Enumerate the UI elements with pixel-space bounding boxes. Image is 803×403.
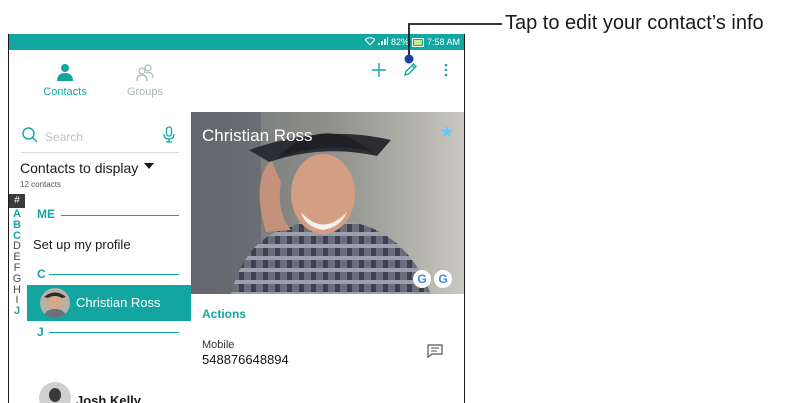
contact-detail-pane: Christian Ross ★ G G Actions Mobile 5488… — [191, 112, 464, 403]
contacts-count: 12 contacts — [20, 180, 61, 189]
phone-label: Mobile — [202, 339, 235, 351]
avatar[interactable] — [39, 382, 71, 403]
index-hash[interactable]: # — [9, 194, 25, 208]
google-account-icon: G — [413, 270, 431, 288]
contacts-to-display-dropdown[interactable]: Contacts to display — [20, 160, 138, 176]
person-icon — [25, 62, 105, 82]
tab-groups[interactable]: Groups — [105, 62, 185, 98]
section-header-c: C — [37, 267, 46, 281]
index-letter[interactable]: J — [9, 306, 25, 317]
group-icon — [105, 62, 185, 82]
contacts-list-pane: Search Contacts to display 12 contacts #… — [9, 112, 191, 403]
caret-down-icon[interactable] — [144, 163, 154, 169]
search-input[interactable]: Search — [45, 130, 83, 144]
actions-heading: Actions — [202, 307, 247, 321]
contact-row-selected[interactable]: Christian Ross — [27, 285, 191, 321]
contact-photo: Christian Ross ★ G G — [191, 112, 464, 294]
index-letter[interactable]: G — [9, 273, 25, 285]
overflow-menu-icon[interactable] — [443, 62, 449, 81]
star-icon[interactable]: ★ — [440, 122, 454, 142]
pencil-icon[interactable] — [402, 62, 418, 81]
index-letter[interactable]: B — [9, 219, 25, 231]
signal-icon — [377, 37, 388, 47]
section-divider — [49, 332, 179, 333]
plus-icon[interactable] — [371, 62, 387, 81]
contact-detail-name: Christian Ross — [202, 126, 313, 145]
tablet-screen: 82% 7:58 AM Contacts Groups Search Conta… — [8, 34, 465, 403]
section-divider — [61, 215, 179, 216]
tab-contacts-label: Contacts — [43, 86, 87, 98]
status-bar: 82% 7:58 AM — [9, 34, 464, 50]
alphabet-index[interactable]: # A B C D E F G H I J — [9, 194, 25, 317]
message-icon[interactable] — [427, 344, 443, 363]
app-bar: Contacts Groups — [9, 50, 464, 112]
tab-groups-label: Groups — [126, 86, 164, 98]
search-bar[interactable]: Search — [21, 124, 179, 153]
tab-contacts[interactable]: Contacts — [25, 62, 105, 98]
section-divider — [49, 274, 179, 275]
contact-name[interactable]: Josh Kelly — [76, 393, 141, 403]
google-account-icon: G — [434, 270, 452, 288]
section-header-j: J — [37, 325, 44, 339]
section-header-me: ME — [37, 207, 55, 221]
callout-leader-line — [404, 23, 502, 64]
mic-icon[interactable] — [163, 126, 175, 149]
callout-text: Tap to edit your contact’s info — [505, 12, 764, 34]
avatar — [40, 288, 70, 318]
phone-number[interactable]: 548876648894 — [202, 352, 289, 367]
search-icon — [21, 126, 39, 149]
wifi-icon — [364, 37, 376, 47]
contact-name: Christian Ross — [76, 295, 161, 310]
setup-profile-item[interactable]: Set up my profile — [33, 237, 131, 252]
